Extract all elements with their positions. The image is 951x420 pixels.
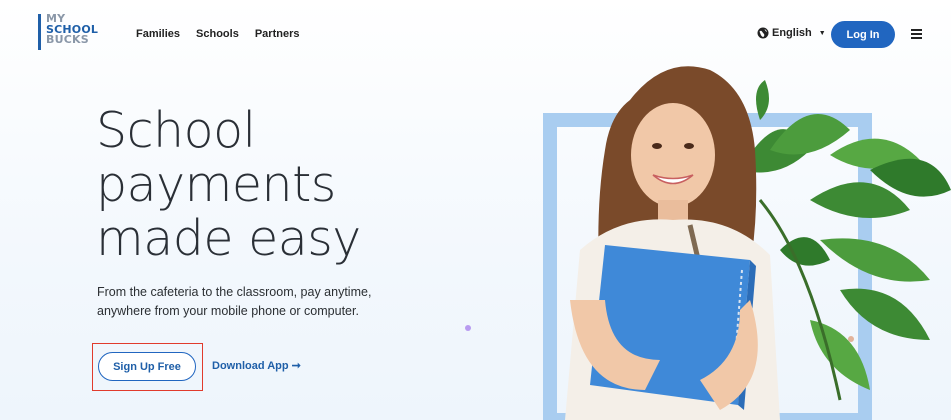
hero-headline: School payments made easy [96,104,426,266]
download-app-link[interactable]: Download App ➞ [212,359,301,372]
caret-down-icon: ▼ [818,29,826,37]
headline-line-3: made easy [96,210,361,267]
arrow-right-icon: ➞ [291,360,301,372]
nav-schools[interactable]: Schools [196,28,239,40]
headline-line-1: School [96,102,256,159]
download-app-label: Download App [212,360,289,372]
headline-line-2: payments [96,156,336,213]
nav-partners[interactable]: Partners [255,28,300,40]
main-nav: Families Schools Partners [136,28,299,40]
login-button[interactable]: Log In [831,21,895,48]
logo-text: MY SCHOOL BUCKS [46,13,98,50]
globe-icon [757,27,769,39]
face [631,103,715,207]
nav-families[interactable]: Families [136,28,180,40]
myschoolbucks-logo[interactable]: MY SCHOOL BUCKS [38,13,98,50]
logo-line-bucks: BUCKS [46,33,89,46]
hamburger-menu-icon[interactable] [911,29,922,39]
sign-up-free-button[interactable]: Sign Up Free [98,352,196,381]
hero-illustration [543,66,951,420]
language-selector[interactable]: English ▼ [757,27,826,39]
hero-subtext: From the cafeteria to the classroom, pay… [97,285,372,318]
logo-bar [38,14,41,50]
decorative-dot [465,325,471,331]
language-label: English [772,27,812,39]
